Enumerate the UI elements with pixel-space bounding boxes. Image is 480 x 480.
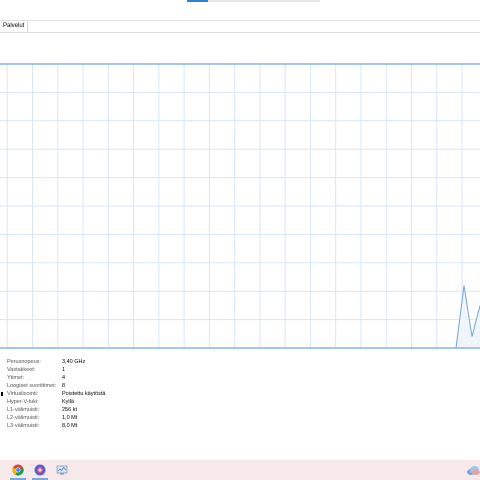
spec-value: Kyllä	[62, 399, 74, 405]
spec-label: Perusnopeus:	[7, 359, 41, 365]
spec-row: Ytimet: 4	[0, 374, 200, 382]
spec-row: Hyper-V-tuki: Kyllä	[0, 398, 200, 406]
spec-label: L3-välimuisti:	[7, 423, 40, 429]
graph-usage-line	[0, 285, 480, 349]
chrome-icon	[12, 464, 24, 476]
spec-row: Virtualisointi: Poistettu käytöstä	[0, 390, 200, 398]
taskbar-chrome-button[interactable]	[7, 460, 29, 480]
spec-row: Loogiset suorittimet: 8	[0, 382, 200, 390]
bullet-marker	[1, 392, 3, 396]
menu-item-palvelut[interactable]: Palvelut	[0, 21, 29, 32]
tab-strip-shadow	[208, 0, 320, 2]
app-icon	[34, 464, 46, 476]
spec-row: L1-välimuisti: 256 kt	[0, 406, 200, 414]
spec-label: Ytimet:	[7, 375, 25, 381]
spec-label: Loogiset suorittimet:	[7, 383, 57, 389]
spec-value: 256 kt	[62, 407, 77, 413]
spec-label: L1-välimuisti:	[7, 407, 40, 413]
cpu-specs-panel: Perusnopeus: 3,40 GHz Vastakkeet: 1 Ytim…	[0, 358, 480, 438]
cpu-usage-graph	[0, 32, 480, 352]
taskbar-task-manager-button[interactable]	[51, 460, 73, 480]
spec-value: 1	[62, 367, 66, 373]
spec-value: 1,0 Mt	[62, 415, 78, 421]
taskbar-weather-button[interactable]	[462, 460, 480, 480]
tab-strip	[0, 0, 480, 20]
spec-label: Vastakkeet:	[7, 367, 36, 373]
spec-label: Hyper-V-tuki:	[7, 399, 39, 405]
spec-value: 8	[62, 383, 66, 389]
spec-label: L2-välimuisti:	[7, 415, 40, 421]
spec-value: 8,0 Mt	[62, 423, 78, 429]
task-manager-icon	[56, 465, 68, 475]
active-tab-indicator[interactable]	[187, 0, 208, 2]
spec-value: 4	[62, 375, 66, 381]
spec-value: Poistettu käytöstä	[62, 391, 106, 397]
spec-value: 3,40 GHz	[62, 359, 86, 365]
cpu-graph-svg	[0, 63, 480, 349]
spec-row: L2-välimuisti: 1,0 Mt	[0, 414, 200, 422]
spec-label: Virtualisointi:	[7, 391, 39, 397]
taskbar-app-button[interactable]	[29, 460, 51, 480]
taskbar	[0, 460, 480, 480]
cloud-icon	[467, 466, 480, 475]
graph-fill-area	[0, 285, 480, 348]
spec-row: Perusnopeus: 3,40 GHz	[0, 358, 200, 366]
spec-row: L3-välimuisti: 8,0 Mt	[0, 422, 200, 430]
spec-row: Vastakkeet: 1	[0, 366, 200, 374]
